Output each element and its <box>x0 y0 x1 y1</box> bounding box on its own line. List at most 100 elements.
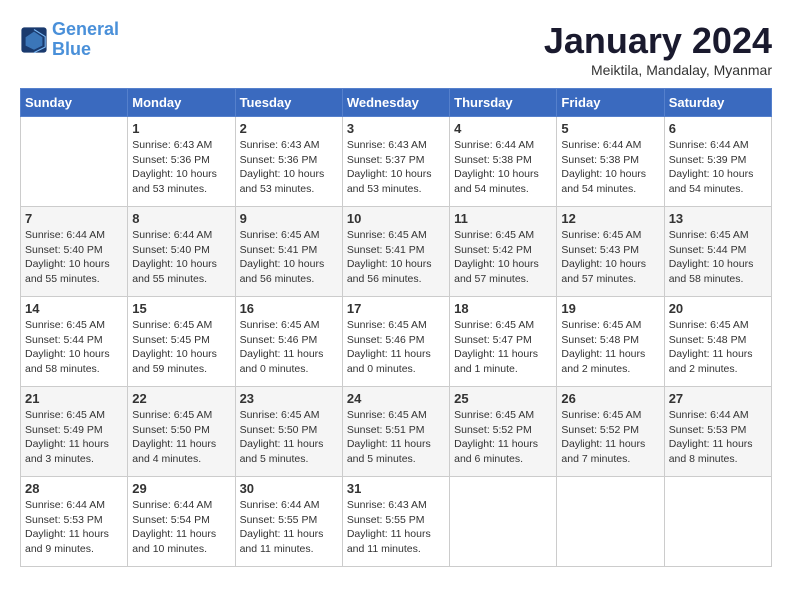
calendar-cell: 27 Sunrise: 6:44 AM Sunset: 5:53 PM Dayli… <box>664 387 771 477</box>
calendar-cell: 30 Sunrise: 6:44 AM Sunset: 5:55 PM Dayli… <box>235 477 342 567</box>
day-info: Sunrise: 6:44 AM Sunset: 5:38 PM Dayligh… <box>454 138 552 197</box>
weekday-header-wednesday: Wednesday <box>342 89 449 117</box>
day-info: Sunrise: 6:44 AM Sunset: 5:55 PM Dayligh… <box>240 498 338 557</box>
day-info: Sunrise: 6:45 AM Sunset: 5:41 PM Dayligh… <box>347 228 445 287</box>
calendar-cell: 23 Sunrise: 6:45 AM Sunset: 5:50 PM Dayli… <box>235 387 342 477</box>
weekday-header-friday: Friday <box>557 89 664 117</box>
day-info: Sunrise: 6:45 AM Sunset: 5:52 PM Dayligh… <box>561 408 659 467</box>
calendar-cell: 28Sunrise: 6:44 AM Sunset: 5:53 PM Dayli… <box>21 477 128 567</box>
calendar-cell: 29Sunrise: 6:44 AM Sunset: 5:54 PM Dayli… <box>128 477 235 567</box>
day-info: Sunrise: 6:44 AM Sunset: 5:53 PM Dayligh… <box>25 498 123 557</box>
day-info: Sunrise: 6:44 AM Sunset: 5:39 PM Dayligh… <box>669 138 767 197</box>
calendar-cell: 13 Sunrise: 6:45 AM Sunset: 5:44 PM Dayli… <box>664 207 771 297</box>
calendar-cell: 21Sunrise: 6:45 AM Sunset: 5:49 PM Dayli… <box>21 387 128 477</box>
day-info: Sunrise: 6:43 AM Sunset: 5:55 PM Dayligh… <box>347 498 445 557</box>
day-info: Sunrise: 6:44 AM Sunset: 5:38 PM Dayligh… <box>561 138 659 197</box>
calendar-cell <box>664 477 771 567</box>
week-row-3: 14 Sunrise: 6:45 AM Sunset: 5:44 PM Dayli… <box>21 297 772 387</box>
calendar-cell: 24 Sunrise: 6:45 AM Sunset: 5:51 PM Dayli… <box>342 387 449 477</box>
day-number: 15 <box>132 301 230 316</box>
calendar-cell: 5 Sunrise: 6:44 AM Sunset: 5:38 PM Daylig… <box>557 117 664 207</box>
day-number: 12 <box>561 211 659 226</box>
day-info: Sunrise: 6:45 AM Sunset: 5:52 PM Dayligh… <box>454 408 552 467</box>
location: Meiktila, Mandalay, Myanmar <box>544 62 772 78</box>
week-row-2: 7 Sunrise: 6:44 AM Sunset: 5:40 PM Daylig… <box>21 207 772 297</box>
day-number: 18 <box>454 301 552 316</box>
day-info: Sunrise: 6:45 AM Sunset: 5:43 PM Dayligh… <box>561 228 659 287</box>
day-info: Sunrise: 6:43 AM Sunset: 5:36 PM Dayligh… <box>132 138 230 197</box>
day-number: 27 <box>669 391 767 406</box>
calendar-cell <box>21 117 128 207</box>
day-info: Sunrise: 6:45 AM Sunset: 5:44 PM Dayligh… <box>25 318 123 377</box>
day-info: Sunrise: 6:45 AM Sunset: 5:44 PM Dayligh… <box>669 228 767 287</box>
logo: GeneralBlue <box>20 20 119 60</box>
day-info: Sunrise: 6:45 AM Sunset: 5:49 PM Dayligh… <box>25 408 123 467</box>
day-number: 11 <box>454 211 552 226</box>
day-number: 26 <box>561 391 659 406</box>
calendar-cell: 19 Sunrise: 6:45 AM Sunset: 5:48 PM Dayli… <box>557 297 664 387</box>
day-number: 16 <box>240 301 338 316</box>
day-info: Sunrise: 6:45 AM Sunset: 5:41 PM Dayligh… <box>240 228 338 287</box>
day-number: 30 <box>240 481 338 496</box>
calendar-cell: 11Sunrise: 6:45 AM Sunset: 5:42 PM Dayli… <box>450 207 557 297</box>
day-info: Sunrise: 6:45 AM Sunset: 5:50 PM Dayligh… <box>240 408 338 467</box>
day-number: 2 <box>240 121 338 136</box>
calendar-cell: 31 Sunrise: 6:43 AM Sunset: 5:55 PM Dayli… <box>342 477 449 567</box>
day-info: Sunrise: 6:44 AM Sunset: 5:53 PM Dayligh… <box>669 408 767 467</box>
calendar-cell: 9 Sunrise: 6:45 AM Sunset: 5:41 PM Daylig… <box>235 207 342 297</box>
day-info: Sunrise: 6:43 AM Sunset: 5:37 PM Dayligh… <box>347 138 445 197</box>
day-number: 1 <box>132 121 230 136</box>
calendar-cell: 22Sunrise: 6:45 AM Sunset: 5:50 PM Dayli… <box>128 387 235 477</box>
calendar-cell: 2 Sunrise: 6:43 AM Sunset: 5:36 PM Daylig… <box>235 117 342 207</box>
day-number: 19 <box>561 301 659 316</box>
title-block: January 2024 Meiktila, Mandalay, Myanmar <box>544 20 772 78</box>
day-number: 20 <box>669 301 767 316</box>
day-number: 9 <box>240 211 338 226</box>
day-info: Sunrise: 6:45 AM Sunset: 5:46 PM Dayligh… <box>347 318 445 377</box>
day-info: Sunrise: 6:43 AM Sunset: 5:36 PM Dayligh… <box>240 138 338 197</box>
day-number: 8 <box>132 211 230 226</box>
weekday-header-monday: Monday <box>128 89 235 117</box>
calendar-cell: 18 Sunrise: 6:45 AM Sunset: 5:47 PM Dayli… <box>450 297 557 387</box>
day-info: Sunrise: 6:45 AM Sunset: 5:45 PM Dayligh… <box>132 318 230 377</box>
calendar-cell: 10 Sunrise: 6:45 AM Sunset: 5:41 PM Dayli… <box>342 207 449 297</box>
logo-icon <box>20 26 48 54</box>
calendar-cell: 4 Sunrise: 6:44 AM Sunset: 5:38 PM Daylig… <box>450 117 557 207</box>
calendar-cell: 14 Sunrise: 6:45 AM Sunset: 5:44 PM Dayli… <box>21 297 128 387</box>
day-info: Sunrise: 6:45 AM Sunset: 5:46 PM Dayligh… <box>240 318 338 377</box>
calendar-cell: 16 Sunrise: 6:45 AM Sunset: 5:46 PM Dayli… <box>235 297 342 387</box>
calendar-cell: 26 Sunrise: 6:45 AM Sunset: 5:52 PM Dayli… <box>557 387 664 477</box>
day-number: 3 <box>347 121 445 136</box>
day-info: Sunrise: 6:44 AM Sunset: 5:54 PM Dayligh… <box>132 498 230 557</box>
calendar-cell: 15 Sunrise: 6:45 AM Sunset: 5:45 PM Dayli… <box>128 297 235 387</box>
day-number: 7 <box>25 211 123 226</box>
day-info: Sunrise: 6:45 AM Sunset: 5:51 PM Dayligh… <box>347 408 445 467</box>
week-row-4: 21Sunrise: 6:45 AM Sunset: 5:49 PM Dayli… <box>21 387 772 477</box>
day-number: 10 <box>347 211 445 226</box>
day-number: 23 <box>240 391 338 406</box>
calendar-cell: 12 Sunrise: 6:45 AM Sunset: 5:43 PM Dayli… <box>557 207 664 297</box>
day-info: Sunrise: 6:45 AM Sunset: 5:48 PM Dayligh… <box>669 318 767 377</box>
week-row-5: 28Sunrise: 6:44 AM Sunset: 5:53 PM Dayli… <box>21 477 772 567</box>
day-info: Sunrise: 6:44 AM Sunset: 5:40 PM Dayligh… <box>132 228 230 287</box>
day-number: 22 <box>132 391 230 406</box>
day-info: Sunrise: 6:45 AM Sunset: 5:47 PM Dayligh… <box>454 318 552 377</box>
calendar-cell: 25 Sunrise: 6:45 AM Sunset: 5:52 PM Dayli… <box>450 387 557 477</box>
calendar-cell: 6Sunrise: 6:44 AM Sunset: 5:39 PM Daylig… <box>664 117 771 207</box>
day-number: 4 <box>454 121 552 136</box>
calendar-table: SundayMondayTuesdayWednesdayThursdayFrid… <box>20 88 772 567</box>
day-number: 5 <box>561 121 659 136</box>
day-number: 31 <box>347 481 445 496</box>
day-number: 13 <box>669 211 767 226</box>
weekday-header-saturday: Saturday <box>664 89 771 117</box>
day-number: 17 <box>347 301 445 316</box>
calendar-cell: 20 Sunrise: 6:45 AM Sunset: 5:48 PM Dayli… <box>664 297 771 387</box>
day-number: 25 <box>454 391 552 406</box>
day-number: 14 <box>25 301 123 316</box>
day-number: 24 <box>347 391 445 406</box>
calendar-cell: 17 Sunrise: 6:45 AM Sunset: 5:46 PM Dayli… <box>342 297 449 387</box>
week-row-1: 1 Sunrise: 6:43 AM Sunset: 5:36 PM Daylig… <box>21 117 772 207</box>
calendar-cell: 1 Sunrise: 6:43 AM Sunset: 5:36 PM Daylig… <box>128 117 235 207</box>
day-info: Sunrise: 6:45 AM Sunset: 5:48 PM Dayligh… <box>561 318 659 377</box>
day-info: Sunrise: 6:44 AM Sunset: 5:40 PM Dayligh… <box>25 228 123 287</box>
